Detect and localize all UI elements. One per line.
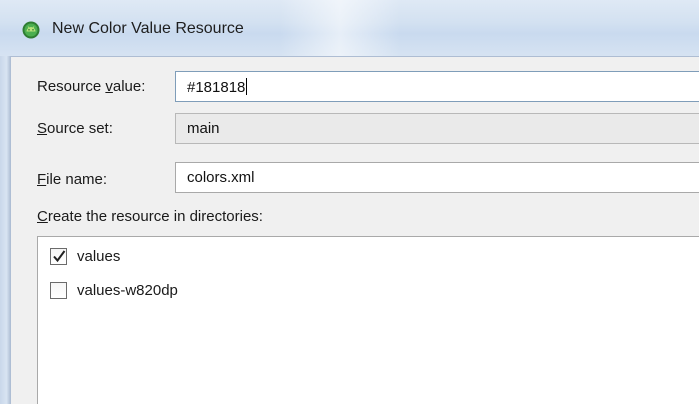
directories-list: values values-w820dp	[37, 236, 699, 404]
resource-value-text: #181818	[187, 79, 246, 96]
dialog-window: New Color Value Resource Resource value:…	[0, 0, 699, 404]
window-title: New Color Value Resource	[52, 20, 244, 37]
checkmark-icon	[53, 250, 66, 263]
android-studio-icon	[22, 21, 40, 39]
values-checkbox[interactable]	[50, 248, 67, 265]
values-label: values	[77, 248, 121, 265]
source-set-field[interactable]: main	[175, 113, 699, 144]
source-set-label: Source set:	[37, 120, 113, 137]
file-name-label: File name:	[37, 171, 108, 188]
file-name-value: colors.xml	[187, 169, 255, 186]
title-bar-glare	[280, 0, 400, 56]
resource-value-input[interactable]: #181818	[175, 71, 699, 102]
title-bar[interactable]: New Color Value Resource	[0, 0, 699, 57]
file-name-input[interactable]: colors.xml	[175, 162, 699, 193]
resource-value-label: Resource value:	[37, 78, 146, 95]
values-w820dp-label: values-w820dp	[77, 282, 178, 299]
directories-label: Create the resource in directories:	[37, 208, 263, 225]
values-w820dp-checkbox[interactable]	[50, 282, 67, 299]
source-set-value: main	[187, 120, 220, 137]
text-caret	[246, 78, 248, 95]
window-frame-left	[0, 56, 11, 404]
